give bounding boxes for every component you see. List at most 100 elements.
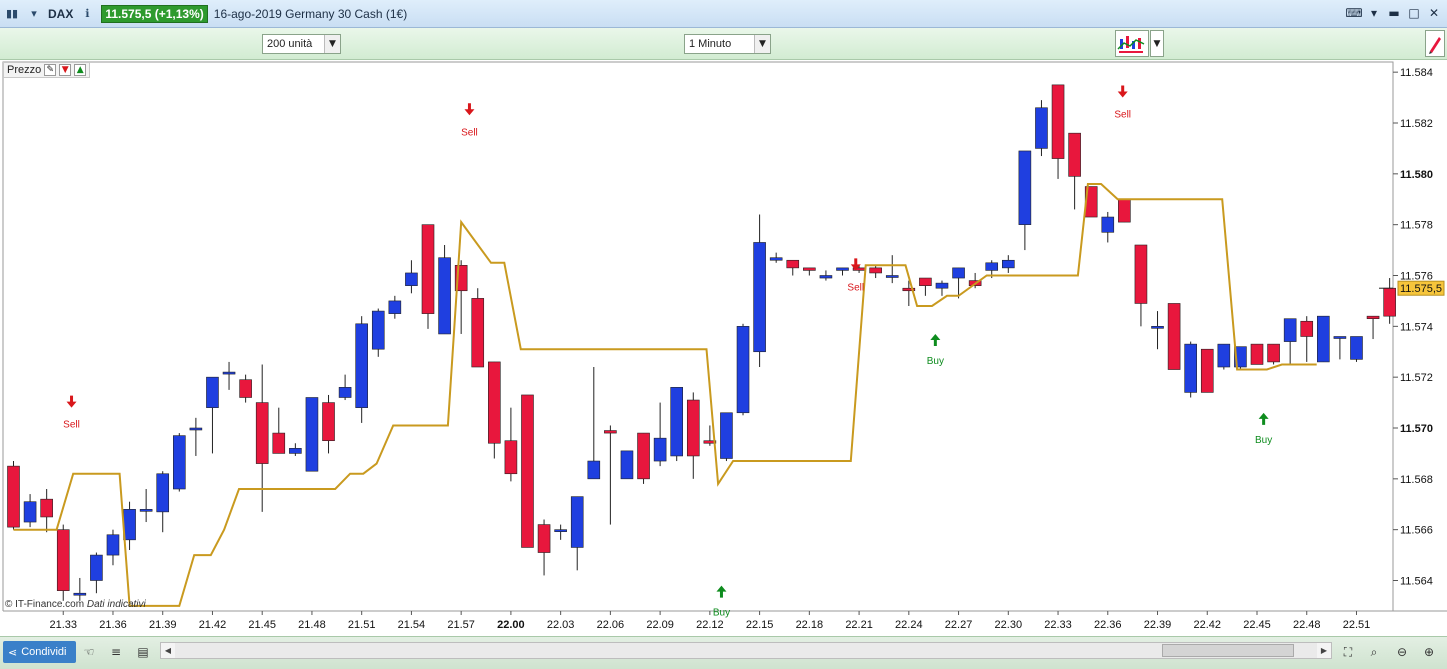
- scroll-left-icon[interactable]: ◀: [161, 643, 175, 658]
- candle-body: [1101, 216, 1115, 233]
- y-tick-label: 11.580: [1400, 169, 1433, 181]
- indicative-data-note: Dati indicativi: [86, 599, 146, 610]
- share-button[interactable]: ⋖ Condividi: [3, 641, 76, 663]
- candle-body: [1267, 343, 1280, 363]
- candle-body: [173, 435, 186, 490]
- horizontal-scrollbar[interactable]: ◀ ▶: [160, 642, 1332, 659]
- buy-signal-label: Buy: [1255, 435, 1272, 446]
- zoom-out-icon[interactable]: ⊖: [1393, 642, 1411, 662]
- candle-body: [305, 397, 319, 472]
- keyboard-icon[interactable]: ⌨: [1345, 5, 1362, 21]
- candle-body: [371, 310, 385, 350]
- zoom-fit-icon[interactable]: ⛶: [1339, 642, 1357, 662]
- hand-cursor-icon[interactable]: ☜: [80, 642, 98, 662]
- interval-select-value: 1 Minuto: [689, 38, 732, 50]
- buy-signal-label: Buy: [927, 356, 944, 367]
- price-chart[interactable]: 11.584 11.582 11.580 11.578 11.576 11.574 11.5…: [0, 60, 1447, 636]
- ticker-name[interactable]: DAX: [48, 7, 73, 21]
- interval-select[interactable]: 1 Minuto ▼: [684, 34, 771, 54]
- price-change-badge: 11.575,5 (+1,13%): [101, 4, 208, 23]
- share-button-label: Condividi: [21, 646, 67, 658]
- x-tick-label: 21.57: [447, 619, 475, 631]
- candle-body: [504, 440, 518, 475]
- chart-toolbar: 200 unità ▼ 1 Minuto ▼ ▼: [0, 28, 1447, 60]
- y-tick-label: 11.564: [1400, 576, 1433, 588]
- y-tick-label: 11.574: [1400, 321, 1433, 333]
- candle-body: [106, 534, 120, 556]
- minimize-icon[interactable]: ▬: [1387, 5, 1401, 21]
- candle-body: [620, 450, 634, 480]
- chevron-down-icon[interactable]: ▼: [1150, 30, 1164, 57]
- candle-body: [123, 509, 136, 541]
- candle-body: [488, 361, 501, 444]
- units-select[interactable]: 200 unità ▼: [262, 34, 341, 54]
- chart-window-icon[interactable]: ▮▮: [4, 6, 20, 22]
- candle-body: [720, 412, 733, 459]
- candle-body: [255, 402, 269, 464]
- instrument-description: 16-ago-2019 Germany 30 Cash (1€): [213, 6, 408, 21]
- title-bar: ▮▮ ▾ DAX ℹ 11.575,5 (+1,13%) 16-ago-2019…: [0, 0, 1447, 28]
- zoom-select-icon[interactable]: ⌕: [1365, 642, 1383, 662]
- candle-body: [919, 277, 932, 286]
- chart-type-button[interactable]: [1115, 30, 1149, 57]
- candle-body: [338, 387, 352, 398]
- chart-area[interactable]: 11.584 11.582 11.580 11.578 11.576 11.574 11.5…: [0, 60, 1447, 636]
- bar-chart-icon[interactable]: ▤: [134, 642, 152, 662]
- candle-body: [686, 399, 700, 457]
- panel-title: Prezzo: [7, 64, 42, 76]
- dropdown-arrow-icon[interactable]: ▾: [26, 6, 42, 22]
- candle-body: [438, 257, 451, 335]
- x-tick-label: 22.36: [1094, 619, 1122, 631]
- maximize-icon[interactable]: □: [1407, 5, 1421, 21]
- y-tick-label: 11.566: [1400, 525, 1433, 537]
- candle-body: [670, 387, 684, 457]
- candle-body: [803, 267, 816, 271]
- candle-body: [206, 376, 219, 408]
- candle-body: [786, 259, 800, 269]
- y-tick-label: 11.568: [1400, 474, 1433, 486]
- list-icon[interactable]: ≡: [107, 642, 125, 662]
- candle-body: [1134, 244, 1148, 304]
- candle-body: [1283, 318, 1297, 342]
- candle-body: [653, 437, 667, 462]
- x-tick-label: 22.21: [845, 619, 873, 631]
- candle-body: [1383, 287, 1396, 317]
- candle-body: [23, 501, 37, 523]
- chevron-down-icon[interactable]: ▼: [324, 35, 340, 53]
- x-tick-label: 22.15: [746, 619, 774, 631]
- x-tick-label: 22.03: [547, 619, 575, 631]
- close-panel-icon[interactable]: ▼: [59, 64, 72, 76]
- x-tick-label: 22.45: [1243, 619, 1271, 631]
- y-tick-label: 11.582: [1400, 118, 1433, 130]
- candle-body: [935, 282, 949, 289]
- candle-body: [40, 498, 53, 518]
- wrench-icon[interactable]: ✎: [44, 64, 57, 76]
- drawing-tool-button[interactable]: [1425, 30, 1445, 57]
- share-icon: ⋖: [8, 645, 18, 659]
- x-tick-label: 22.42: [1193, 619, 1221, 631]
- y-tick-label: 11.572: [1400, 372, 1433, 384]
- scrollbar-thumb[interactable]: [1162, 644, 1294, 657]
- x-tick-label: 22.27: [945, 619, 973, 631]
- candle-body: [388, 300, 402, 314]
- candle-body: [1200, 348, 1214, 393]
- last-price-label: 11.575,5: [1400, 283, 1442, 295]
- expand-panel-icon[interactable]: ▲: [74, 64, 87, 76]
- candle-body: [1051, 84, 1065, 159]
- chevron-down-icon[interactable]: ▼: [754, 35, 770, 53]
- plot-frame: [2, 61, 1394, 612]
- zoom-in-icon[interactable]: ⊕: [1420, 642, 1438, 662]
- close-icon[interactable]: ✕: [1427, 5, 1441, 21]
- candle-body: [1217, 343, 1231, 368]
- x-tick-label: 21.36: [99, 619, 127, 631]
- x-tick-label: 22.09: [646, 619, 674, 631]
- x-tick-label: 21.39: [149, 619, 177, 631]
- candle-body: [189, 427, 203, 431]
- info-icon[interactable]: ℹ: [79, 6, 95, 22]
- candle-body: [952, 267, 965, 279]
- dropdown-arrow-icon[interactable]: ▾: [1367, 5, 1381, 21]
- candle-body: [736, 326, 750, 414]
- copyright-text: © IT-Finance.com: [5, 599, 85, 610]
- scroll-right-icon[interactable]: ▶: [1317, 643, 1331, 658]
- units-select-value: 200 unità: [267, 38, 313, 50]
